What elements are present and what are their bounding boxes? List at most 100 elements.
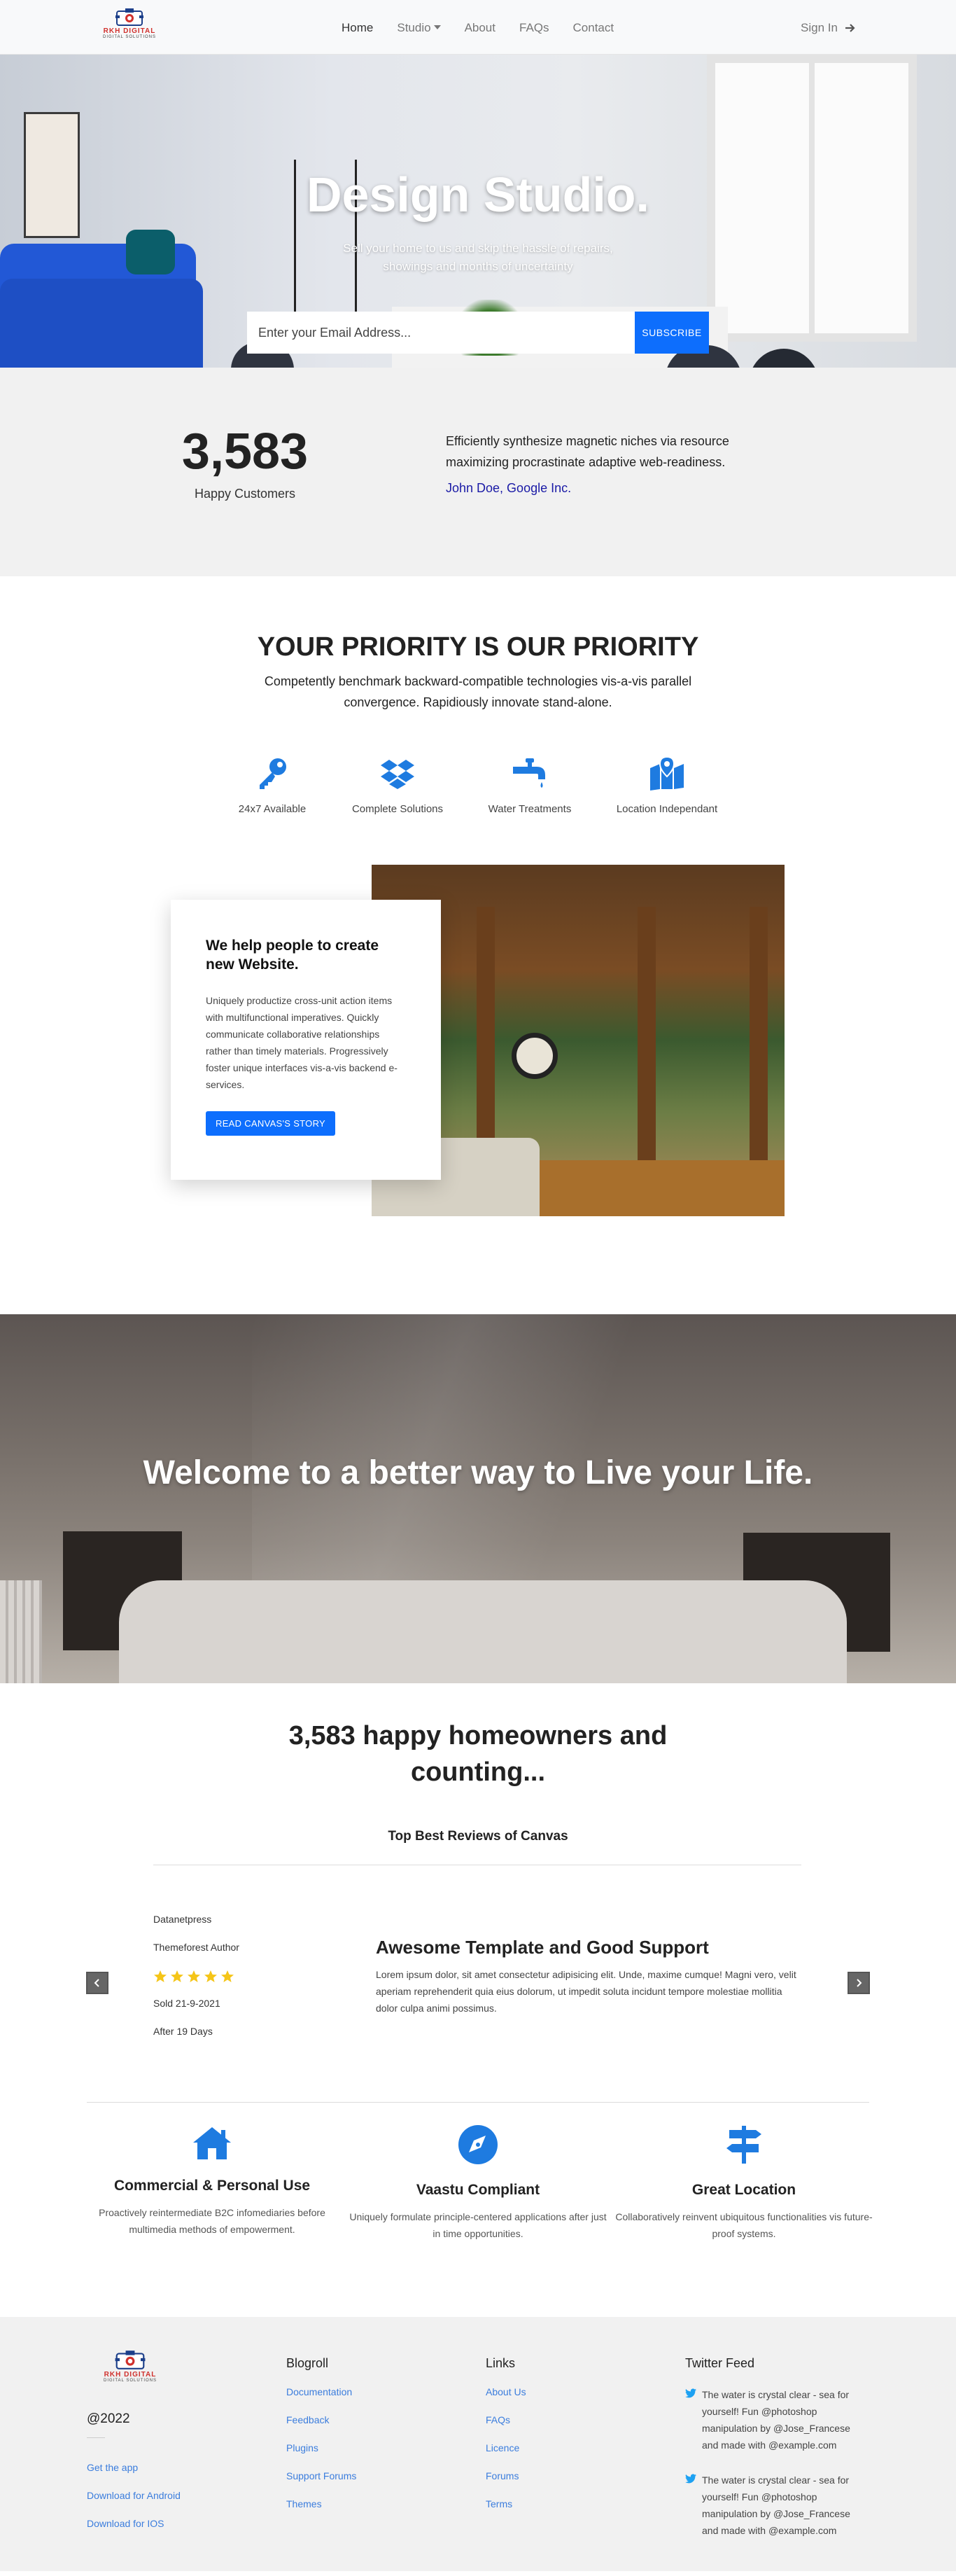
counter-label: Happy Customers — [194, 487, 296, 501]
testimonial-author: John Doe, Google Inc. — [446, 481, 572, 495]
star-icon — [154, 1970, 167, 1982]
service-item: Great Location Collaboratively reinvent … — [611, 2124, 877, 2242]
banner-bed — [119, 1580, 847, 1683]
footer-blogroll: Blogroll Documentation Feedback Plugins … — [286, 2356, 356, 2526]
feature-item: Water Treatments — [460, 756, 600, 815]
feature-item: 24x7 Available — [202, 756, 342, 815]
nav-about[interactable]: About — [465, 21, 495, 35]
logo-camera-icon — [115, 8, 143, 26]
footer-logo[interactable]: RKH DIGITAL DIGITAL SOLUTIONS — [97, 2349, 164, 2383]
services-section: Commercial & Personal Use Proactively re… — [0, 2105, 956, 2317]
review-after: After 19 Days — [153, 2026, 213, 2037]
review-body: Lorem ipsum dolor, sit amet consectetur … — [376, 1969, 796, 2014]
banner-radiator — [0, 1580, 42, 1683]
chevron-right-icon — [857, 1979, 862, 1987]
footer-col-title: Links — [486, 2356, 516, 2370]
customer-counter: 3,583 Happy Customers — [175, 426, 315, 501]
footer-link[interactable]: Plugins — [286, 2442, 356, 2453]
footer-app-links: Get the app Download for Android Downloa… — [87, 2462, 181, 2546]
divider — [87, 2102, 869, 2103]
service-text: Proactively reintermediate B2C infomedia… — [99, 2207, 325, 2235]
tweet-text: The water is crystal clear - sea for you… — [702, 2474, 850, 2536]
counter-value: 3,583 — [181, 424, 309, 480]
service-text: Uniquely formulate principle-centered ap… — [349, 2211, 607, 2239]
footer-link[interactable]: Forums — [486, 2470, 526, 2481]
story-card: We help people to create new Website. Un… — [171, 900, 441, 1180]
nav-contact[interactable]: Contact — [573, 21, 614, 35]
testimonial-quote: Efficiently synthesize magnetic niches v… — [446, 434, 729, 469]
footer-link[interactable]: Licence — [486, 2442, 526, 2453]
service-item: Commercial & Personal Use Proactively re… — [79, 2124, 345, 2238]
reviews-title: 3,583 happy homeowners and counting... — [288, 1721, 668, 1787]
carousel-next-button[interactable] — [848, 1972, 870, 1994]
logo-subtext: DIGITAL SOLUTIONS — [102, 35, 156, 39]
read-story-button[interactable]: READ CANVAS'S STORY — [206, 1111, 336, 1136]
navbar: RKH DIGITAL DIGITAL SOLUTIONS Home Studi… — [0, 0, 956, 55]
review-author: Datanetpress — [153, 1914, 212, 1925]
android-download-link[interactable]: Download for Android — [87, 2490, 181, 2501]
ios-download-link[interactable]: Download for IOS — [87, 2518, 181, 2529]
tweet-text: The water is crystal clear - sea for you… — [702, 2389, 850, 2451]
faucet-icon — [513, 758, 545, 788]
service-title: Vaastu Compliant — [416, 2182, 540, 2198]
service-text: Collaboratively reinvent ubiquitous func… — [615, 2211, 873, 2239]
chevron-left-icon — [94, 1979, 99, 1987]
feature-item: Location Independant — [597, 756, 737, 815]
main-menu: Home Studio About FAQs Contact — [342, 21, 614, 35]
footer-link[interactable]: FAQs — [486, 2414, 526, 2425]
brand-logo[interactable]: RKH DIGITAL DIGITAL SOLUTIONS — [98, 7, 161, 39]
twitter-icon — [685, 2474, 696, 2484]
logo-subtext: DIGITAL SOLUTIONS — [103, 2379, 157, 2383]
carousel-prev-button[interactable] — [86, 1972, 108, 1994]
caret-down-icon — [433, 25, 441, 29]
tweet: The water is crystal clear - sea for you… — [685, 2386, 867, 2453]
feature-label: Location Independant — [616, 803, 718, 815]
footer-link[interactable]: Support Forums — [286, 2470, 356, 2481]
priority-title: YOUR PRIORITY IS OUR PRIORITY — [257, 632, 699, 662]
get-app-link[interactable]: Get the app — [87, 2462, 181, 2473]
star-icon — [204, 1970, 217, 1982]
priority-text: Competently benchmark backward-compatibl… — [264, 674, 692, 709]
footer-links: Links About Us FAQs Licence Forums Terms — [486, 2356, 526, 2526]
arrow-right-icon — [845, 24, 855, 32]
review-rating — [153, 1970, 239, 1998]
logo-text: RKH DIGITAL — [104, 2371, 157, 2379]
key-icon — [260, 758, 286, 789]
home-icon — [193, 2127, 231, 2159]
footer-col-title: Twitter Feed — [685, 2356, 755, 2370]
email-input[interactable] — [247, 312, 635, 354]
footer-copyright: @2022 — [87, 2411, 130, 2426]
nav-studio[interactable]: Studio — [397, 21, 441, 35]
service-title: Great Location — [691, 2182, 796, 2198]
reviews-subtitle: Top Best Reviews of Canvas — [388, 1829, 568, 1844]
footer-link[interactable]: Feedback — [286, 2414, 356, 2425]
star-icon — [171, 1970, 183, 1982]
photo-clock — [512, 1033, 558, 1079]
star-icon — [221, 1970, 234, 1982]
hero-chair — [749, 349, 819, 368]
logo-camera-icon — [115, 2351, 146, 2369]
dropbox-icon — [381, 760, 414, 789]
star-icon — [188, 1970, 200, 1982]
footer-link[interactable]: Themes — [286, 2498, 356, 2509]
story-card-title: We help people to create new Website. — [206, 938, 379, 973]
footer: RKH DIGITAL DIGITAL SOLUTIONS @2022 Get … — [0, 2317, 956, 2571]
map-location-icon — [650, 756, 684, 791]
testimonial: Efficiently synthesize magnetic niches v… — [446, 431, 782, 496]
nav-faqs[interactable]: FAQs — [519, 21, 549, 35]
footer-link[interactable]: Terms — [486, 2498, 526, 2509]
signpost-icon — [726, 2126, 761, 2164]
footer-link[interactable]: About Us — [486, 2386, 526, 2397]
signin-link[interactable]: Sign In — [801, 21, 857, 35]
feature-label: 24x7 Available — [238, 803, 307, 815]
feature-item: Complete Solutions — [328, 756, 468, 815]
signin-label: Sign In — [801, 21, 838, 34]
feature-label: Water Treatments — [488, 803, 572, 815]
logo-text: RKH DIGITAL — [103, 27, 156, 35]
subscribe-button[interactable]: SUBSCRIBE — [635, 312, 709, 354]
nav-home[interactable]: Home — [342, 21, 373, 35]
footer-link[interactable]: Documentation — [286, 2386, 356, 2397]
story-card-text: Uniquely productize cross-unit action it… — [206, 995, 398, 1090]
welcome-banner: Welcome to a better way to Live your Lif… — [0, 1314, 956, 1683]
hero-section: Design Studio. Sell your home to us and … — [0, 55, 956, 368]
